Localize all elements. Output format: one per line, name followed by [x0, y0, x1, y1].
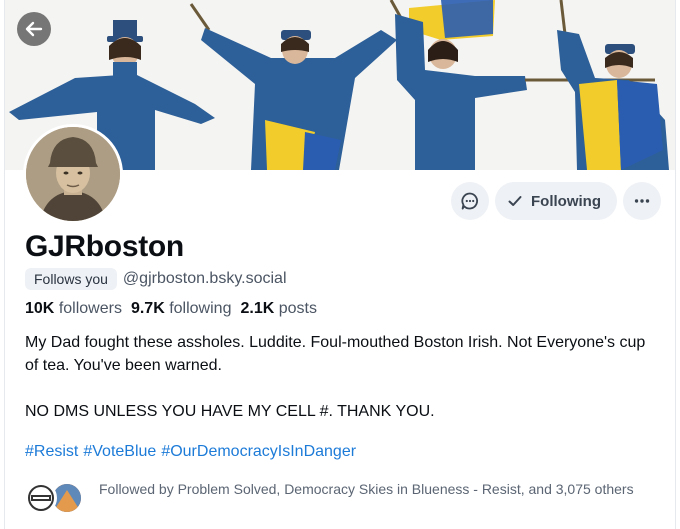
message-button[interactable] [451, 182, 490, 220]
followed-by-row[interactable]: Followed by Problem Solved, Democracy Sk… [25, 480, 654, 516]
more-dots-icon [634, 199, 650, 203]
avatar[interactable] [23, 124, 123, 224]
follower-avatar [25, 482, 57, 514]
profile-stats: 10K followers 9.7K following 2.1K posts [25, 300, 317, 318]
hashtag-link[interactable]: #OurDemocracyIsInDanger [161, 443, 356, 461]
bio-hashtags: #Resist #VoteBlue #OurDemocracyIsInDange… [25, 443, 356, 461]
more-options-button[interactable] [623, 182, 661, 220]
followers-stat[interactable]: 10K followers [25, 300, 122, 318]
hashtag-link[interactable]: #VoteBlue [83, 443, 156, 461]
followers-label: followers [58, 300, 122, 317]
followers-count: 10K [25, 300, 55, 317]
arrow-left-icon [25, 21, 43, 37]
bio-line-1: My Dad fought these assholes. Luddite. F… [25, 334, 646, 374]
following-count: 9.7K [130, 300, 165, 317]
following-button[interactable]: Following [495, 182, 617, 220]
bio-line-2: NO DMS UNLESS YOU HAVE MY CELL #. THANK … [25, 403, 435, 420]
posts-count: 2.1K [240, 300, 275, 317]
back-button[interactable] [17, 12, 51, 46]
followed-by-text: Followed by Problem Solved, Democracy Sk… [99, 481, 634, 497]
hashtag-link[interactable]: #Resist [25, 443, 78, 461]
avatar-image [26, 127, 120, 221]
following-stat-label: following [169, 300, 232, 317]
handle: @gjrboston.bsky.social [122, 270, 287, 287]
profile-page: Following GJRboston Follows you @gjrbost… [4, 0, 676, 529]
profile-bio: My Dad fought these assholes. Luddite. F… [25, 331, 655, 423]
display-name: GJRboston [25, 230, 184, 263]
following-stat[interactable]: 9.7K following [131, 300, 232, 318]
handle-row: Follows you @gjrboston.bsky.social [25, 268, 287, 290]
following-label: Following [531, 192, 601, 210]
chat-bubble-icon [461, 192, 479, 210]
profile-actions: Following [451, 182, 661, 220]
check-icon [508, 196, 522, 206]
posts-label: posts [278, 300, 317, 317]
followed-by-avatars [25, 480, 87, 516]
posts-stat: 2.1K posts [240, 300, 317, 318]
follows-you-badge: Follows you [25, 268, 117, 290]
